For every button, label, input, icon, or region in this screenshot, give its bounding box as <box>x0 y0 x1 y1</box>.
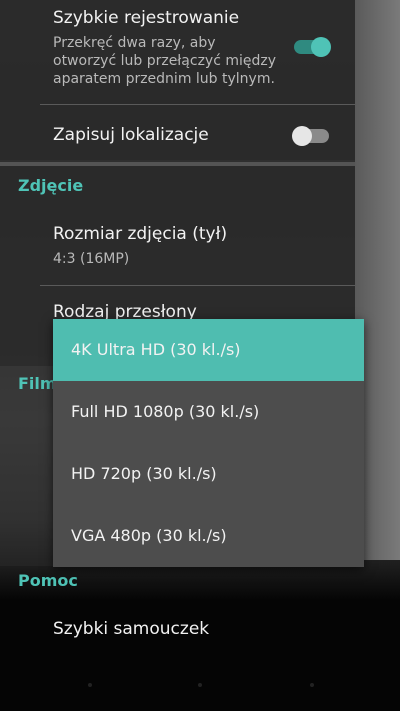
photo-section-header: Zdjęcie <box>18 176 84 195</box>
save-location-row[interactable]: Zapisuj lokalizacje <box>0 105 355 160</box>
help-section: Pomoc Szybki samouczek <box>0 566 400 666</box>
quick-launch-description: Przekręć dwa razy, aby otworzyć lub prze… <box>53 35 277 87</box>
nav-back-icon[interactable] <box>88 683 92 687</box>
film-section-header: Film <box>18 374 57 393</box>
video-resolution-dropdown: 4K Ultra HD (30 kl./s) Full HD 1080p (30… <box>53 319 364 567</box>
photo-size-value: 4:3 (16MP) <box>53 251 130 267</box>
quick-tutorial-item[interactable]: Szybki samouczek <box>53 619 209 639</box>
toggle-knob <box>292 126 312 146</box>
option-1080p[interactable]: Full HD 1080p (30 kl./s) <box>53 381 364 443</box>
quick-launch-row[interactable]: Szybkie rejestrowanie Przekręć dwa razy,… <box>0 0 355 104</box>
save-location-toggle[interactable] <box>292 126 329 146</box>
photo-size-row[interactable]: Rozmiar zdjęcia (tył) 4:3 (16MP) <box>0 210 355 284</box>
quick-launch-toggle[interactable] <box>294 37 331 57</box>
settings-panel: Szybkie rejestrowanie Przekręć dwa razy,… <box>0 0 355 160</box>
photo-size-title: Rozmiar zdjęcia (tył) <box>53 224 228 244</box>
help-section-header: Pomoc <box>18 571 78 590</box>
quick-launch-title: Szybkie rejestrowanie <box>53 8 240 28</box>
option-720p[interactable]: HD 720p (30 kl./s) <box>53 443 364 505</box>
option-4k[interactable]: 4K Ultra HD (30 kl./s) <box>53 319 364 381</box>
nav-home-icon[interactable] <box>198 683 202 687</box>
nav-recents-icon[interactable] <box>310 683 314 687</box>
toggle-knob <box>311 37 331 57</box>
option-480p[interactable]: VGA 480p (30 kl./s) <box>53 505 364 567</box>
save-location-title: Zapisuj lokalizacje <box>53 125 209 145</box>
